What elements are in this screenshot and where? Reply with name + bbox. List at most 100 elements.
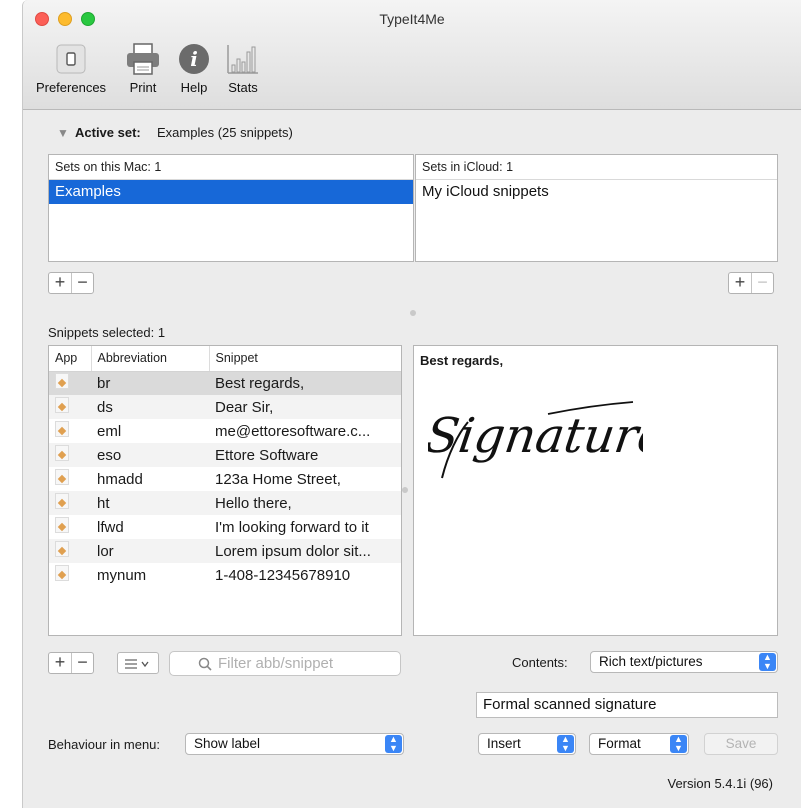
switch-icon [56, 44, 86, 74]
mac-sets-add-remove: + − [48, 272, 94, 294]
abbreviation-cell: ds [91, 395, 209, 419]
filter-placeholder: Filter abb/snippet [218, 655, 334, 672]
table-row[interactable]: br Best regards, [49, 371, 401, 395]
list-view-options-button[interactable] [117, 652, 159, 674]
table-row[interactable]: lor Lorem ipsum dolor sit... [49, 539, 401, 563]
abbreviation-cell: br [91, 371, 209, 395]
insert-label: Insert [487, 736, 521, 751]
add-snippet-button[interactable]: + [49, 653, 71, 673]
svg-text:i: i [190, 47, 198, 71]
column-header-snippet[interactable]: Snippet [209, 346, 401, 372]
preferences-button[interactable]: Preferences [29, 38, 113, 102]
snippet-cell: Dear Sir, [209, 395, 401, 419]
snippet-cell: 123a Home Street, [215, 470, 341, 488]
abbreviation-cell: lor [91, 539, 209, 563]
contents-value: Rich text/pictures [599, 654, 703, 669]
table-row[interactable]: hmadd 123a Home Street, [49, 467, 401, 491]
sets-on-mac-header: Sets on this Mac: 1 [49, 155, 413, 180]
behaviour-label: Behaviour in menu: [48, 737, 161, 752]
app-window: TypeIt4Me Preferences Print i Help Stats… [22, 0, 801, 808]
updown-chevron-icon: ▲ ▼ [557, 735, 574, 753]
sets-in-icloud-header: Sets in iCloud: 1 [416, 155, 777, 180]
bar-chart-icon [227, 45, 258, 74]
abbreviation-cell: eml [97, 422, 122, 440]
list-menu-icon [125, 659, 149, 669]
remove-snippet-button[interactable]: − [71, 653, 93, 673]
svg-text:Signature: Signature [428, 408, 643, 464]
printer-icon [127, 43, 159, 75]
signature-image: Signature [428, 401, 643, 479]
format-popup[interactable]: Format ▲ ▼ [589, 733, 689, 755]
snippet-cell: me@ettoresoftware.c... [215, 422, 371, 440]
snippets-add-remove: + − [48, 652, 94, 674]
updown-chevron-icon: ▲ ▼ [759, 653, 776, 671]
filter-search-field[interactable]: Filter abb/snippet [169, 651, 401, 676]
snippets-selected-label: Snippets selected: 1 [48, 325, 166, 340]
title-toolbar: TypeIt4Me Preferences Print i Help Stats [23, 0, 801, 110]
contents-popup[interactable]: Rich text/pictures ▲ ▼ [590, 651, 778, 673]
active-set-label: Active set: [75, 125, 141, 140]
snippet-preview[interactable]: Best regards, Signature [413, 345, 778, 636]
snippet-cell: Hello there, [209, 491, 401, 515]
remove-set-button[interactable]: − [71, 273, 93, 293]
abbreviation-cell: mynum [97, 566, 147, 584]
abbreviation-cell: ht [91, 491, 209, 515]
version-text: Version 5.4.1i (96) [667, 776, 773, 791]
updown-chevron-icon: ▲ ▼ [670, 735, 687, 753]
app-icon [55, 397, 69, 413]
preferences-label: Preferences [35, 80, 107, 95]
updown-chevron-icon: ▲ ▼ [385, 735, 402, 753]
snippet-cell: Best regards, [209, 371, 401, 395]
snippet-cell: I'm looking forward to it [215, 518, 369, 536]
app-icon [55, 445, 69, 461]
search-icon [198, 657, 212, 671]
info-icon: i [179, 44, 209, 74]
split-handle-vertical[interactable] [402, 487, 408, 493]
app-icon [55, 469, 69, 485]
table-row[interactable]: lfwd I'm looking forward to it [49, 515, 401, 539]
table-row[interactable]: mynum 1-408-12345678910 [49, 563, 401, 587]
insert-popup[interactable]: Insert ▲ ▼ [478, 733, 576, 755]
abbreviation-cell: lfwd [97, 518, 124, 536]
help-button[interactable]: i Help [173, 38, 215, 102]
active-set-value: Examples (25 snippets) [157, 125, 293, 140]
behaviour-value: Show label [194, 736, 261, 751]
add-set-button[interactable]: + [49, 273, 71, 293]
table-row[interactable]: ht Hello there, [49, 491, 401, 515]
sets-in-icloud-list: Sets in iCloud: 1 My iCloud snippets [415, 154, 778, 262]
table-row[interactable]: eso Ettore Software [49, 443, 401, 467]
column-header-app[interactable]: App [49, 346, 92, 372]
behaviour-popup[interactable]: Show label ▲ ▼ [185, 733, 404, 755]
save-button[interactable]: Save [704, 733, 778, 755]
column-header-abbreviation[interactable]: Abbreviation [91, 346, 210, 372]
snippet-cell: Ettore Software [209, 443, 401, 467]
abbreviation-cell: eso [91, 443, 209, 467]
table-row[interactable]: eml me@ettoresoftware.c... [49, 419, 401, 443]
app-icon [55, 541, 69, 557]
window-title: TypeIt4Me [379, 11, 445, 27]
set-item-examples[interactable]: Examples [49, 180, 413, 204]
sets-on-mac-list: Sets on this Mac: 1 Examples [48, 154, 414, 262]
app-icon [55, 565, 69, 581]
disclosure-triangle-icon[interactable]: ▼ [57, 126, 69, 140]
app-icon [55, 493, 69, 509]
remove-icloud-set-button[interactable]: − [751, 273, 773, 293]
snippet-cell: 1-408-12345678910 [215, 566, 351, 584]
snippet-label-field[interactable]: Formal scanned signature [476, 692, 778, 718]
app-icon [55, 517, 69, 533]
set-item-icloud[interactable]: My iCloud snippets [416, 180, 777, 204]
stats-label: Stats [228, 80, 258, 95]
help-label: Help [180, 80, 208, 95]
split-handle[interactable] [410, 310, 416, 316]
print-button[interactable]: Print [119, 38, 167, 102]
format-label: Format [598, 736, 641, 751]
add-icloud-set-button[interactable]: + [729, 273, 751, 293]
print-label: Print [129, 80, 157, 95]
snippet-cell: Lorem ipsum dolor sit... [209, 539, 401, 563]
table-row[interactable]: ds Dear Sir, [49, 395, 401, 419]
snippets-table: App Abbreviation Snippet br Best regards… [48, 345, 402, 636]
stats-button[interactable]: Stats [221, 38, 265, 102]
app-icon [55, 373, 69, 390]
abbreviation-cell: hmadd [97, 470, 143, 488]
icloud-sets-add-remove: + − [728, 272, 774, 294]
